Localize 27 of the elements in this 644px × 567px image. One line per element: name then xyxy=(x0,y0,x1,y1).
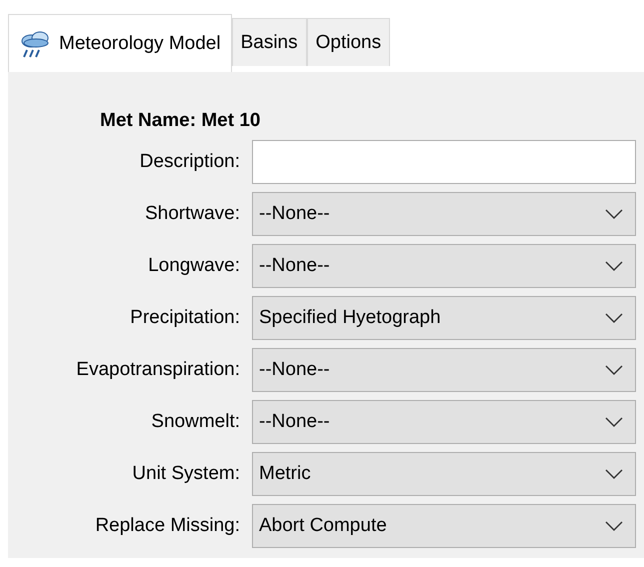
tab[interactable]: Meteorology Model xyxy=(8,14,232,72)
tab[interactable]: Basins xyxy=(232,18,307,66)
description-field[interactable] xyxy=(252,140,636,184)
caret-icon xyxy=(605,313,623,323)
dropdown[interactable]: --None-- xyxy=(252,348,636,392)
caret-icon xyxy=(605,209,623,219)
field-label: Precipitation: xyxy=(129,307,240,329)
field-label: Description: xyxy=(138,151,240,173)
caret-icon xyxy=(605,521,623,531)
dropdown[interactable]: --None-- xyxy=(252,400,636,444)
dropdown[interactable]: --None-- xyxy=(252,244,636,288)
tab[interactable]: Options xyxy=(306,18,390,66)
met-name-label: Met Name: Met 10 xyxy=(99,110,262,132)
caret-icon xyxy=(605,261,623,271)
caret-icon xyxy=(605,417,623,427)
field-label: Snowmelt: xyxy=(150,411,240,433)
dropdown[interactable]: Metric xyxy=(252,452,636,496)
caret-icon xyxy=(605,469,623,479)
field-label: Shortwave: xyxy=(144,203,240,225)
field-label: Longwave: xyxy=(147,255,240,277)
field-label: Replace Missing: xyxy=(94,515,240,537)
caret-icon xyxy=(605,365,623,375)
dropdown[interactable]: Abort Compute xyxy=(252,504,636,548)
field-label: Evapotranspiration: xyxy=(75,359,240,381)
dropdown[interactable]: --None-- xyxy=(252,192,636,236)
field-label: Unit System: xyxy=(131,463,240,485)
dropdown[interactable]: Specified Hyetograph xyxy=(252,296,636,340)
